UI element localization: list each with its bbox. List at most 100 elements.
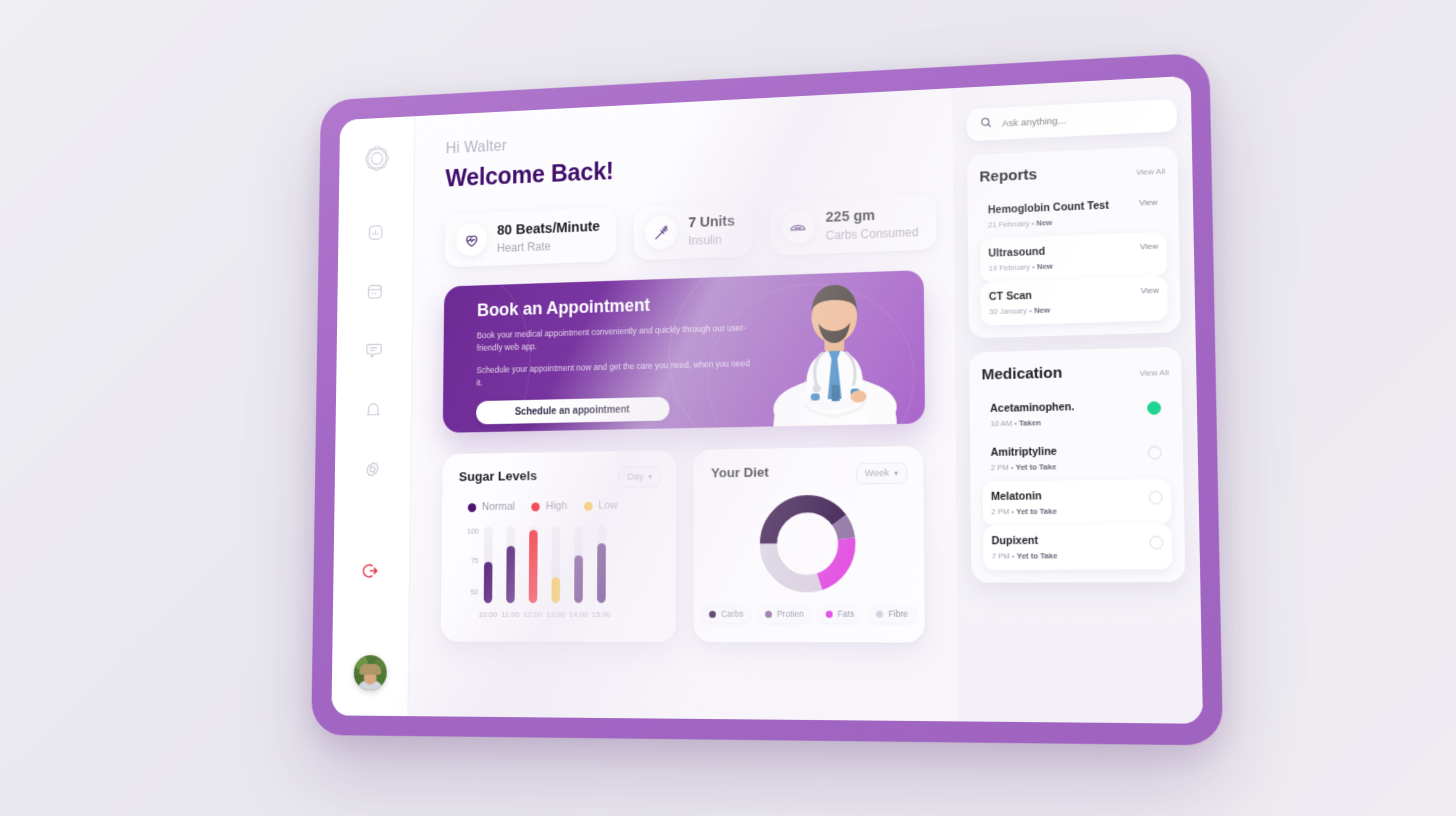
stat-label: Heart Rate <box>496 238 551 255</box>
mockup-scene: Hi Walter Welcome Back! 80 Beats/Minute <box>0 0 1456 816</box>
medication-view-all[interactable]: View All <box>1139 368 1169 378</box>
sugar-range-dropdown[interactable]: Day ▾ <box>618 466 661 488</box>
diet-legend-label: Protien <box>776 608 804 619</box>
donut-slice-fibre[interactable] <box>768 503 847 583</box>
sidebar-item-chat[interactable] <box>358 333 389 366</box>
report-row[interactable]: CT Scan 30 January • New View <box>980 276 1168 326</box>
bar-track <box>528 526 538 604</box>
reports-view-all[interactable]: View All <box>1136 167 1165 177</box>
avatar[interactable] <box>353 655 387 691</box>
stat-card-insulin[interactable]: 7 Units Insulin <box>633 201 753 261</box>
stat-label: Carbs Consumed <box>825 224 919 243</box>
sidebar-item-calendar[interactable] <box>359 274 390 307</box>
legend-dot-low <box>584 501 593 511</box>
diet-range-label: Week <box>864 467 890 480</box>
y-tick: 100 <box>467 526 479 536</box>
diet-donut-chart <box>756 490 860 596</box>
diet-legend-label: Fibre <box>888 608 909 619</box>
sugar-bar[interactable]: 10:00 <box>478 526 497 619</box>
doctor-illustration <box>773 284 897 427</box>
legend-item-normal: Normal <box>467 500 515 513</box>
diet-range-dropdown[interactable]: Week ▾ <box>855 462 908 485</box>
sugar-bar[interactable]: 15:00 <box>592 525 611 619</box>
sidebar-item-settings[interactable] <box>357 452 388 485</box>
legend-item-low: Low <box>584 500 618 512</box>
medication-name: Amitriptyline <box>990 445 1057 459</box>
medication-checkbox[interactable] <box>1148 490 1163 505</box>
report-view-link[interactable]: View <box>1141 286 1159 296</box>
legend-item-high: High <box>531 500 568 513</box>
legend-label-high: High <box>545 500 568 513</box>
schedule-appointment-button[interactable]: Schedule an appointment <box>476 397 670 425</box>
chevron-down-icon: ▾ <box>894 468 899 478</box>
medication-meta: 10 AM • Taken <box>990 418 1042 429</box>
stat-value: 225 gm <box>825 207 876 226</box>
search-bar[interactable] <box>966 98 1178 142</box>
diet-legend-dot <box>764 610 772 618</box>
medication-row[interactable]: Amitriptyline 2 PM • Yet to Take <box>982 434 1171 481</box>
reports-list: Hemoglobin Count Test 21 February • New Vi… <box>980 188 1168 326</box>
search-icon <box>979 115 993 135</box>
medication-row[interactable]: Acetaminophen. 10 AM • Taken <box>982 390 1170 438</box>
diet-legend-dot <box>825 610 833 618</box>
logout-icon[interactable] <box>355 554 386 587</box>
medication-row[interactable]: Dupixent 7 PM • Yet to Take <box>983 524 1173 571</box>
bar-track <box>506 526 516 604</box>
bar-track <box>551 525 561 604</box>
sugar-bar[interactable]: 13:00 <box>546 525 565 619</box>
medication-checkbox[interactable] <box>1147 445 1162 460</box>
report-row[interactable]: Ultrasound 19 February • New View <box>980 231 1168 283</box>
diet-legend-label: Fats <box>837 608 855 619</box>
banner-paragraph-1: Book your medical appointment convenient… <box>476 322 747 354</box>
report-name: Hemoglobin Count Test <box>987 199 1109 217</box>
search-input[interactable] <box>1002 110 1165 130</box>
donut-slice-carbs[interactable] <box>768 503 847 583</box>
report-meta: 30 January • New <box>988 305 1051 317</box>
report-view-link[interactable]: View <box>1139 198 1157 208</box>
diet-legend-dot <box>709 610 717 618</box>
report-view-link[interactable]: View <box>1140 241 1158 251</box>
stat-value: 7 Units <box>688 213 735 231</box>
syringe-icon <box>645 215 678 250</box>
chevron-down-icon: ▾ <box>648 472 653 482</box>
diet-title: Your Diet <box>710 464 769 481</box>
bar-fill <box>506 546 516 604</box>
sugar-bar[interactable]: 11:00 <box>501 526 519 619</box>
medication-checkbox[interactable] <box>1147 401 1162 415</box>
medication-row[interactable]: Melatonin 2 PM • Yet to Take <box>982 479 1172 526</box>
appointment-banner: Book an Appointment Book your medical ap… <box>442 270 926 433</box>
right-rail: Reports View All Hemoglobin Count Test21… <box>952 75 1204 724</box>
medication-name: Acetaminophen. <box>990 400 1075 416</box>
report-name: CT Scan <box>988 289 1032 304</box>
bar-track <box>574 525 584 604</box>
donut-slice-protien[interactable] <box>768 503 847 583</box>
report-name: Ultrasound <box>988 245 1046 260</box>
logo-icon[interactable] <box>361 142 392 175</box>
diet-legend-dot <box>876 610 884 618</box>
legend-label-normal: Normal <box>481 500 515 513</box>
diet-card: Your Diet Week ▾ Carbs Protien Fats Fibre <box>693 445 925 643</box>
sugar-levels-card: Sugar Levels Day ▾ Normal High Low 100 7… <box>440 450 677 643</box>
bar-fill <box>483 561 493 604</box>
report-row[interactable]: Hemoglobin Count Test 21 February • New Vi… <box>980 188 1167 239</box>
sidebar-item-analytics[interactable] <box>360 215 391 248</box>
stat-card-heart-rate[interactable]: 80 Beats/Minute Heart Rate <box>444 206 618 268</box>
medication-title: Medication <box>981 364 1063 384</box>
tablet-frame: Hi Walter Welcome Back! 80 Beats/Minute <box>311 52 1224 746</box>
medication-panel: Medication View All Acetaminophen. 10 AM … <box>969 346 1186 583</box>
sugar-bar[interactable]: 14:00 <box>569 525 588 619</box>
sugar-bars: 10:00 11:00 12:00 13:00 14:00 15:00 <box>478 525 611 619</box>
sidebar <box>331 116 416 717</box>
legend-dot-high <box>531 501 541 511</box>
sugar-bar[interactable]: 12:00 <box>523 526 542 619</box>
diet-donut-wrap <box>693 490 924 597</box>
medication-checkbox[interactable] <box>1149 535 1164 550</box>
donut-slice-fats[interactable] <box>768 503 847 583</box>
sugar-y-axis: 100 75 50 <box>454 527 479 602</box>
banner-title: Book an Appointment <box>476 295 650 321</box>
bar-track <box>483 526 493 604</box>
charts-row: Sugar Levels Day ▾ Normal High Low 100 7… <box>440 445 958 643</box>
sidebar-item-notifications[interactable] <box>358 393 389 426</box>
stat-card-carbs[interactable]: 225 gm Carbs Consumed <box>769 193 937 256</box>
y-tick: 75 <box>470 556 479 565</box>
